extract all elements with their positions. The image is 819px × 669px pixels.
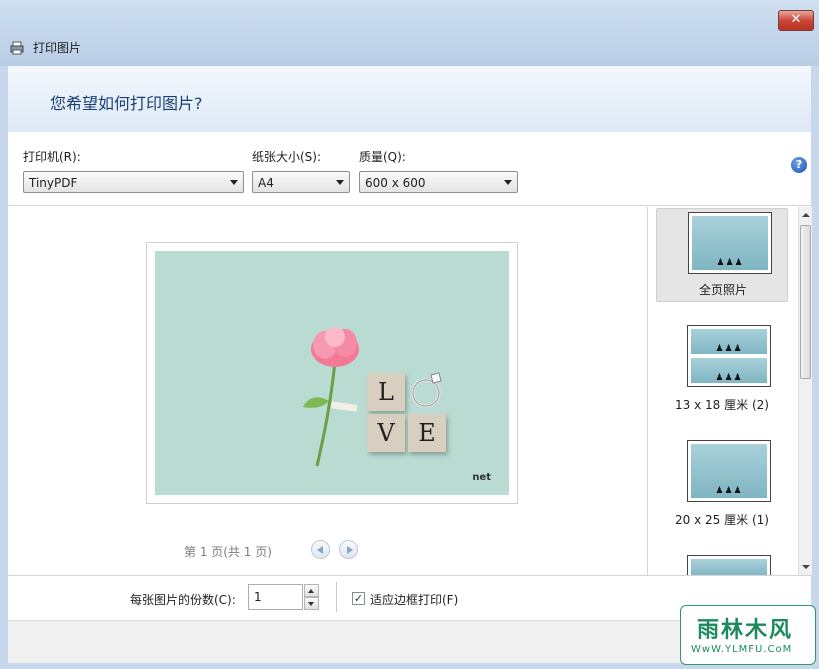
layout-item-13x18[interactable]: ♟♟♟ ♟♟♟ 13 x 18 厘米 (2) xyxy=(656,323,788,419)
window-title: 打印图片 xyxy=(33,41,82,55)
layout-item-more[interactable] xyxy=(656,553,788,575)
dialog-content: 打印机(R): TinyPDF 纸张大小(S): A4 质量(Q): 600 x… xyxy=(8,132,812,620)
layout-scrollbar[interactable] xyxy=(798,207,812,575)
quality-value: 600 x 600 xyxy=(365,176,426,190)
watermark-text: net xyxy=(472,472,491,483)
layout-thumbnail: ♟♟♟ xyxy=(687,440,771,502)
layout-label: 20 x 25 厘米 (1) xyxy=(675,513,769,527)
layout-label: 13 x 18 厘米 (2) xyxy=(675,398,769,412)
copies-stepper[interactable]: 1 xyxy=(248,584,320,610)
chevron-down-icon xyxy=(336,180,344,185)
layout-list: ♟♟♟ 全页照片 ♟♟♟ ♟♟♟ 13 x 18 厘米 (2) ♟♟♟ 20 x… xyxy=(648,207,798,575)
ring-image xyxy=(411,372,442,408)
divider xyxy=(336,582,337,612)
fit-frame-label[interactable]: 适应边框打印(F) xyxy=(370,591,458,608)
page-title: 您希望如何打印图片? xyxy=(50,94,203,113)
printer-icon xyxy=(10,41,24,55)
fit-frame-checkbox[interactable]: ✓ xyxy=(352,592,365,605)
print-preview: L V E net xyxy=(146,242,518,504)
copies-value: 1 xyxy=(254,590,262,604)
previous-page-button[interactable] xyxy=(311,540,330,559)
letter-tile: V xyxy=(367,414,405,452)
title-bar: ✕ 打印图片 xyxy=(0,0,819,66)
site-logo: 雨林木风 WwW.YLMFU.CoM xyxy=(680,605,816,665)
logo-text: 雨林木风 xyxy=(697,618,794,643)
close-button[interactable]: ✕ xyxy=(778,10,814,31)
chevron-down-icon xyxy=(308,602,314,606)
layout-thumbnail xyxy=(687,555,771,575)
copies-label: 每张图片的份数(C): xyxy=(130,593,236,607)
scroll-down-icon[interactable] xyxy=(802,565,810,569)
logo-url: WwW.YLMFU.CoM xyxy=(691,644,793,655)
divider xyxy=(8,575,811,576)
quality-label: 质量(Q): xyxy=(359,150,406,164)
arrow-left-icon xyxy=(317,546,323,554)
decrement-button[interactable] xyxy=(304,597,319,610)
layout-item-20x25[interactable]: ♟♟♟ 20 x 25 厘米 (1) xyxy=(656,438,788,534)
scroll-up-icon[interactable] xyxy=(802,213,810,217)
divider xyxy=(8,205,811,206)
layout-thumbnail: ♟♟♟ ♟♟♟ xyxy=(687,325,771,387)
quality-select[interactable]: 600 x 600 xyxy=(359,171,518,193)
page-indicator: 第 1 页(共 1 页) xyxy=(184,545,272,559)
chevron-down-icon xyxy=(504,180,512,185)
paper-size-select[interactable]: A4 xyxy=(252,171,350,193)
letter-tile: L xyxy=(367,373,405,411)
printer-label: 打印机(R): xyxy=(23,150,81,164)
chevron-down-icon xyxy=(230,180,238,185)
help-icon[interactable]: ? xyxy=(791,157,807,173)
copies-input[interactable]: 1 xyxy=(248,584,303,610)
increment-button[interactable] xyxy=(304,584,319,597)
paper-size-value: A4 xyxy=(258,176,274,190)
chevron-up-icon xyxy=(308,589,314,593)
scroll-thumb[interactable] xyxy=(800,225,811,379)
printer-select[interactable]: TinyPDF xyxy=(23,171,244,193)
paper-size-label: 纸张大小(S): xyxy=(252,150,322,164)
layout-thumbnail: ♟♟♟ xyxy=(688,212,772,274)
layout-label: 全页照片 xyxy=(698,283,747,297)
next-page-button[interactable] xyxy=(339,540,358,559)
printer-value: TinyPDF xyxy=(29,176,78,190)
layout-item-full-page[interactable]: ♟♟♟ 全页照片 xyxy=(656,208,788,302)
letter-tile: E xyxy=(408,414,446,452)
dialog-header: 您希望如何打印图片? xyxy=(8,66,811,133)
preview-image: L V E net xyxy=(155,251,509,495)
arrow-right-icon xyxy=(347,546,353,554)
